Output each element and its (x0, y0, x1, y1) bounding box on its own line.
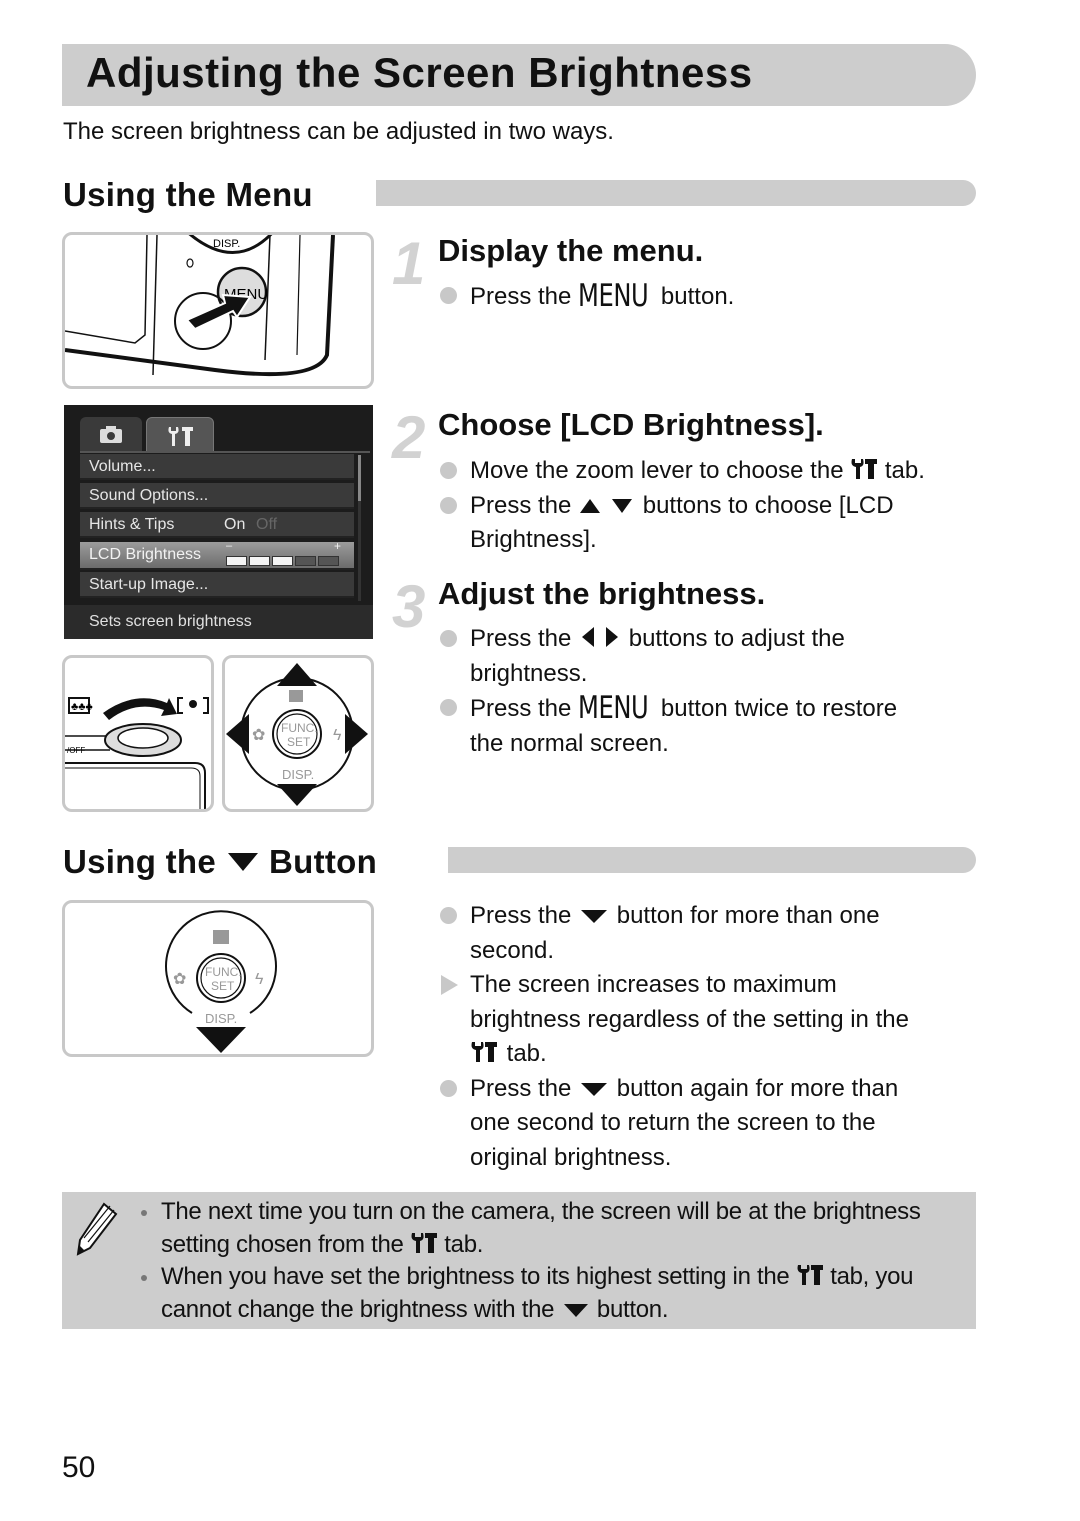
brightness-level-meter (226, 556, 339, 566)
disp-label: DISP. (213, 238, 240, 250)
lcd-menu-item-volume: Volume... (80, 454, 354, 480)
macro-icon: ✿ (252, 727, 265, 744)
macro-icon: ✿ (173, 971, 186, 988)
svg-text:♣♣♣: ♣♣♣ (71, 701, 93, 713)
down-button-bullets: Press the button for more than one second… (438, 899, 998, 1175)
section-heading-menu: Using the Menu (63, 176, 313, 213)
camera-back-drawing: DISP. MENU (65, 235, 335, 377)
intro-text: The screen brightness can be adjusted in… (63, 118, 614, 145)
func-label: FUNC. (281, 721, 318, 735)
lcd-scrollbar (358, 455, 361, 601)
set-label: SET (287, 735, 311, 749)
zoom-lever-illustration: ♣♣♣ /OFF (62, 655, 214, 812)
bullet-item: Press the buttons to adjust the brightnes… (438, 622, 998, 691)
zoom-lever-drawing: ♣♣♣ /OFF (65, 697, 209, 809)
brightness-segment-off (295, 556, 316, 566)
down-arrow-icon (277, 784, 317, 806)
section-heading-down-button: Using the Button (63, 843, 378, 880)
bullet-item: Press the button for more than one second… (438, 899, 998, 968)
bullet-item: Press the buttons to choose [LCD Brightne… (438, 489, 998, 558)
step-title-3: Adjust the brightness. (438, 576, 766, 611)
flash-icon: ϟ (255, 971, 264, 988)
up-arrow-icon (277, 663, 317, 686)
lcd-menu-screen: Volume... Sound Options... Hints & Tips … (64, 405, 373, 639)
down-arrow-icon (563, 1303, 588, 1317)
lcd-menu-item-sound-options: Sound Options... (80, 483, 354, 509)
disp-label: DISP. (205, 1011, 237, 1026)
note-item: The next time you turn on the camera, th… (140, 1196, 970, 1261)
section-divider-bar (376, 180, 976, 206)
step-title-1: Display the menu. (438, 233, 704, 268)
down-arrow-icon (196, 1027, 246, 1053)
step-number-2: 2 (392, 404, 426, 471)
wrench-tab-icon (851, 459, 878, 479)
lcd-camera-tab (80, 417, 142, 451)
down-arrow-icon (581, 910, 608, 923)
lcd-settings-tab (146, 417, 214, 453)
lcd-menu-hint: Sets screen brightness (64, 605, 373, 639)
left-right-arrows-icon (582, 627, 619, 647)
up-down-arrows-icon (580, 498, 633, 513)
wrench-tab-icon (168, 427, 193, 446)
brightness-segment-on (226, 556, 247, 566)
left-arrow-icon (226, 714, 249, 754)
page-number: 50 (62, 1451, 96, 1484)
bullet-item: Press the MENU button. (438, 279, 983, 315)
exposure-comp-icon (213, 930, 229, 944)
brightness-segment-on (272, 556, 293, 566)
page-title: Adjusting the Screen Brightness (86, 49, 753, 96)
down-button-drawing: FUNC. SET DISP. ✿ ϟ (165, 910, 277, 1053)
result-item: The screen increases to maximum brightnes… (438, 968, 998, 1072)
bullet-item: Press the button again for more than one … (438, 1072, 998, 1176)
wrench-tab-icon (797, 1265, 823, 1285)
right-arrow-icon (345, 714, 368, 754)
menu-button-icon: MENU (578, 278, 649, 314)
note-item: When you have set the brightness to its … (140, 1261, 970, 1326)
lcd-menu-item-lcd-brightness: LCD Brightness – + (80, 539, 354, 570)
down-arrow-icon (581, 1082, 608, 1096)
step-3-bullets: Press the buttons to adjust the brightnes… (438, 622, 998, 761)
step-1-bullets: Press the MENU button. (438, 279, 983, 315)
zoom-direction-arrow (103, 698, 177, 720)
wrench-tab-icon (411, 1232, 437, 1253)
camera-menu-button-illustration: DISP. MENU (62, 232, 374, 389)
menu-button-icon: MENU (578, 690, 649, 726)
section-divider-bar (448, 847, 976, 873)
set-label: SET (211, 979, 235, 993)
lcd-menu-item-hints-tips: Hints & Tips On Off (80, 512, 354, 538)
func-label: FUNC. (205, 965, 242, 979)
brightness-segment-on (249, 556, 270, 566)
flash-icon: ϟ (333, 727, 342, 744)
disp-label: DISP. (282, 767, 314, 782)
control-dial-illustration: FUNC. SET DISP. ✿ ϟ (222, 655, 374, 812)
step-2-bullets: Move the zoom lever to choose the tab. P… (438, 454, 998, 558)
down-arrow-icon (227, 853, 258, 871)
camera-icon (100, 426, 122, 443)
lcd-menu-item-startup-image: Start-up Image... (80, 572, 354, 598)
bullet-item: Move the zoom lever to choose the tab. (438, 454, 998, 489)
hints-value-off: Off (256, 516, 278, 533)
bullet-item: Press the MENU button twice to restore th… (438, 691, 998, 761)
brightness-segment-off (318, 556, 339, 566)
step-number-3: 3 (392, 573, 426, 640)
step-number-1: 1 (392, 230, 426, 297)
note-list: The next time you turn on the camera, th… (140, 1196, 970, 1326)
pencil-note-icon (76, 1202, 118, 1256)
step-title-2: Choose [LCD Brightness]. (438, 407, 824, 442)
power-off-label: /OFF (67, 746, 85, 755)
control-dial-drawing: FUNC. SET DISP. ✿ ϟ (226, 663, 368, 806)
exposure-comp-icon (289, 690, 303, 702)
down-button-illustration: FUNC. SET DISP. ✿ ϟ (62, 900, 374, 1057)
wrench-tab-icon (471, 1042, 497, 1062)
